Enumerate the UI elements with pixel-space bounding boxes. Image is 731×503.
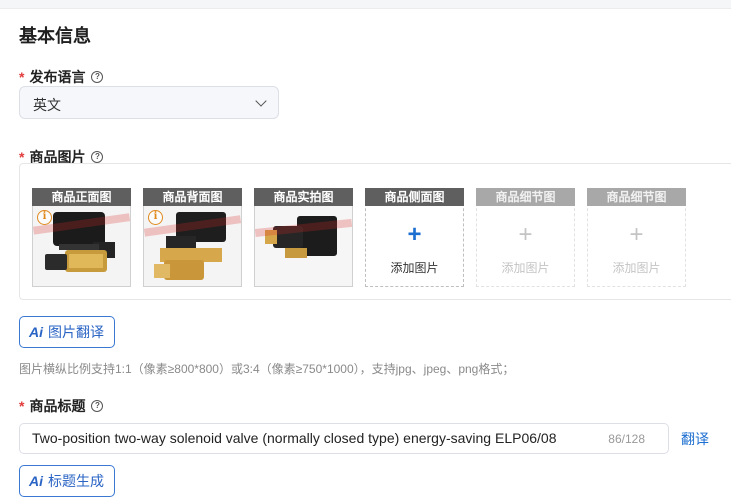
question-circle-icon[interactable]: ? bbox=[91, 71, 104, 83]
image-slot-title: 商品细节图 bbox=[587, 188, 686, 206]
image-slot-front[interactable]: 商品正面图 i bbox=[32, 188, 131, 287]
image-slot-side[interactable]: 商品侧面图 + 添加图片 bbox=[365, 188, 464, 287]
product-title-value: Two-position two-way solenoid valve (nor… bbox=[32, 430, 557, 446]
product-photo[interactable]: i bbox=[33, 206, 130, 286]
warning-info-icon[interactable]: i bbox=[148, 210, 163, 225]
translate-link[interactable]: 翻译 bbox=[681, 429, 709, 449]
image-slot-detail-1[interactable]: 商品细节图 + 添加图片 bbox=[476, 188, 575, 287]
image-slot-detail-2[interactable]: 商品细节图 + 添加图片 bbox=[587, 188, 686, 287]
required-mark: * bbox=[19, 69, 25, 85]
image-translate-button[interactable]: Ai 图片翻译 bbox=[19, 316, 115, 348]
required-mark: * bbox=[19, 398, 25, 414]
image-slot-back[interactable]: 商品背面图 i bbox=[143, 188, 242, 287]
product-photo[interactable] bbox=[255, 206, 352, 286]
image-slot-title: 商品正面图 bbox=[32, 188, 131, 206]
character-counter: 86/128 bbox=[608, 432, 645, 446]
image-translate-label: 图片翻译 bbox=[48, 324, 104, 340]
question-circle-icon[interactable]: ? bbox=[91, 400, 104, 412]
plus-icon: + bbox=[407, 221, 422, 248]
language-label: * 发布语言 ? bbox=[19, 67, 104, 87]
add-image-label: 添加图片 bbox=[612, 261, 661, 275]
product-photo[interactable]: i bbox=[144, 206, 241, 286]
title-label: * 商品标题 ? bbox=[19, 396, 104, 416]
plus-icon: + bbox=[629, 221, 644, 248]
product-title-input[interactable]: Two-position two-way solenoid valve (nor… bbox=[19, 423, 669, 454]
language-label-text: 发布语言 bbox=[29, 69, 86, 85]
image-slot-title: 商品细节图 bbox=[476, 188, 575, 206]
language-select-value: 英文 bbox=[33, 97, 61, 113]
chevron-down-icon bbox=[255, 95, 267, 107]
title-generate-button[interactable]: Ai 标题生成 bbox=[19, 465, 115, 497]
title-label-text: 商品标题 bbox=[29, 398, 86, 414]
image-format-hint: 图片横纵比例支持1:1（像素≥800*800）或3:4（像素≥750*1000）… bbox=[19, 362, 515, 376]
ai-icon: Ai bbox=[29, 473, 43, 489]
image-slot-title: 商品实拍图 bbox=[254, 188, 353, 206]
plus-icon: + bbox=[518, 221, 533, 248]
question-circle-icon[interactable]: ? bbox=[91, 151, 104, 163]
ai-icon: Ai bbox=[29, 324, 43, 340]
title-generate-label: 标题生成 bbox=[48, 473, 104, 489]
language-select[interactable]: 英文 bbox=[19, 86, 279, 119]
image-slot-title: 商品侧面图 bbox=[365, 188, 464, 206]
warning-info-icon[interactable]: i bbox=[37, 210, 52, 225]
add-image-label: 添加图片 bbox=[501, 261, 550, 275]
add-image-label: 添加图片 bbox=[390, 261, 439, 275]
image-slot-title: 商品背面图 bbox=[143, 188, 242, 206]
section-title: 基本信息 bbox=[19, 26, 91, 46]
image-slot-real[interactable]: 商品实拍图 bbox=[254, 188, 353, 287]
